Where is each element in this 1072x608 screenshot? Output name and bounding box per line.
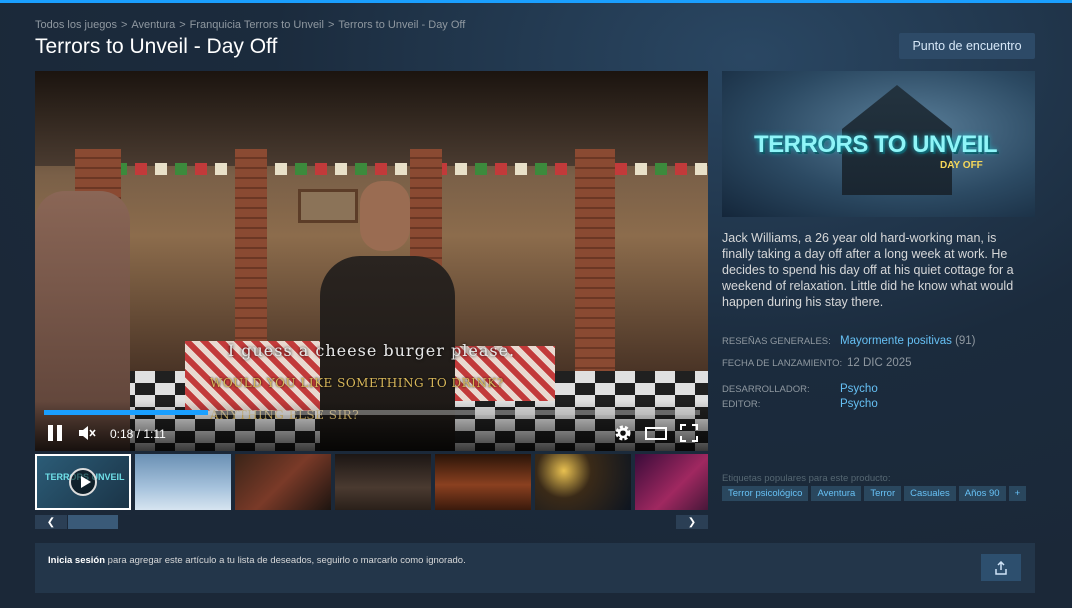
game-logo: TERRORS TO UNVEIL [754, 131, 998, 158]
screenshot-thumbnail[interactable] [235, 454, 331, 510]
gear-icon[interactable] [613, 423, 633, 443]
signin-prompt-bar: Inicia sesión para agregar este artículo… [35, 543, 1035, 593]
release-date-value: 12 DIC 2025 [847, 357, 912, 369]
breadcrumb-item[interactable]: Franquicia Terrors to Unveil [190, 19, 324, 31]
breadcrumb-separator: > [327, 19, 335, 31]
video-time: 0:18 / 1:11 [110, 427, 166, 441]
game-header-image: TERRORS TO UNVEIL DAY OFF [722, 71, 1035, 217]
screenshot-thumbnail[interactable] [335, 454, 431, 510]
share-icon [995, 560, 1007, 575]
share-button[interactable] [981, 554, 1021, 581]
screenshot-thumbnail[interactable] [435, 454, 531, 510]
breadcrumb-separator: > [179, 19, 186, 31]
scrollbar-handle[interactable] [68, 515, 118, 529]
reviews-summary[interactable]: Mayormente positivas (91) [840, 335, 976, 347]
signin-link[interactable]: Inicia sesión [48, 555, 105, 566]
video-thumbnail[interactable]: TERRORS UNVEIL [35, 454, 131, 510]
chevron-left-icon[interactable]: ❮ [35, 515, 67, 529]
media-thumbnail-strip: TERRORS UNVEIL [35, 454, 708, 512]
video-player[interactable]: I guess a cheese burger please. WOULD YO… [35, 71, 708, 451]
breadcrumb: Todos los juegos > Aventura > Franquicia Ter… [35, 19, 465, 31]
tag-chip[interactable]: Aventura [811, 486, 862, 501]
game-logo-subtitle: DAY OFF [940, 160, 983, 171]
muted-speaker-icon[interactable] [77, 424, 97, 442]
tag-chip[interactable]: Terror [864, 486, 902, 501]
screenshot-thumbnail[interactable] [535, 454, 631, 510]
chevron-right-icon[interactable]: ❯ [676, 515, 708, 529]
dialog-option: WOULD YOU LIKE SOMETHING TO DRINK? [210, 376, 504, 390]
reviews-label: RESEÑAS GENERALES: [722, 336, 831, 347]
reviews-count: (91) [955, 335, 976, 347]
breadcrumb-item[interactable]: Aventura [131, 19, 175, 31]
signin-prompt: Inicia sesión para agregar este artículo… [48, 555, 466, 566]
play-icon [69, 468, 97, 496]
tag-chip[interactable]: Casuales [904, 486, 956, 501]
community-hub-button[interactable]: Punto de encuentro [899, 33, 1035, 59]
developer-link[interactable]: Psycho [840, 383, 878, 395]
game-description: Jack Williams, a 26 year old hard-workin… [722, 231, 1014, 309]
video-frame [35, 71, 708, 451]
screenshot-thumbnail[interactable] [635, 454, 708, 510]
video-progress-fill [44, 410, 208, 415]
release-date-label: FECHA DE LANZAMIENTO: [722, 358, 843, 369]
screenshot-thumbnail[interactable] [135, 454, 231, 510]
publisher-link[interactable]: Psycho [840, 398, 878, 410]
signin-prompt-text: para agregar este artículo a tu lista de… [105, 555, 466, 566]
thumbnail-scrollbar[interactable]: ❮ ❯ [35, 515, 708, 529]
tag-chip[interactable]: Años 90 [958, 486, 1006, 501]
video-subtitle: I guess a cheese burger please. [227, 341, 516, 360]
scene-wall-picture [298, 189, 358, 223]
popular-tags: Terror psicológico Aventura Terror Casua… [722, 486, 1027, 501]
page-title: Terrors to Unveil - Day Off [35, 35, 278, 58]
video-progress-bar[interactable] [44, 410, 700, 415]
developer-label: DESARROLLADOR: [722, 384, 810, 395]
theater-mode-icon[interactable] [645, 427, 667, 440]
fullscreen-icon[interactable] [680, 424, 698, 442]
breadcrumb-item[interactable]: Terrors to Unveil - Day Off [338, 19, 465, 31]
pause-icon[interactable] [47, 425, 63, 441]
reviews-value[interactable]: Mayormente positivas [840, 335, 952, 347]
popular-tags-title: Etiquetas populares para este producto: [722, 473, 891, 484]
breadcrumb-separator: > [120, 19, 128, 31]
breadcrumb-item[interactable]: Todos los juegos [35, 19, 117, 31]
publisher-label: EDITOR: [722, 399, 761, 410]
add-tag-button[interactable]: + [1008, 486, 1027, 501]
tag-chip[interactable]: Terror psicológico [722, 486, 809, 501]
scene-customer-head [360, 181, 410, 251]
player-controls-bar [35, 401, 708, 451]
